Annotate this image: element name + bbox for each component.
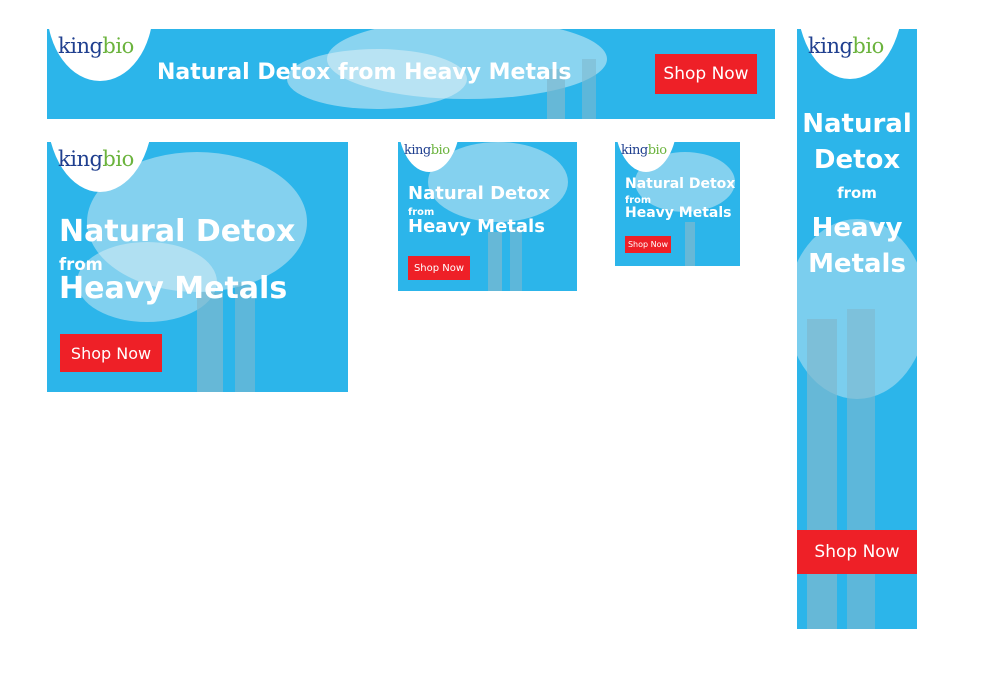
headline-natural: Natural	[802, 109, 912, 139]
small-rectangle-banner[interactable]: kingbio Natural Detox from Heavy Metals …	[398, 142, 577, 291]
headline-line1: Natural Detox	[625, 176, 736, 192]
headline: Natural Detox from Heavy Metals	[59, 216, 295, 304]
headline-line1: Natural Detox	[59, 214, 296, 249]
shop-now-button[interactable]: Shop Now	[655, 54, 757, 94]
shop-now-button[interactable]: Shop Now	[60, 334, 162, 372]
shop-now-button[interactable]: Shop Now	[797, 530, 917, 574]
headline-line1: Natural Detox	[408, 183, 550, 204]
shop-now-button[interactable]: Shop Now	[408, 256, 470, 280]
medium-rectangle-banner[interactable]: kingbio Natural Detox from Heavy Metals …	[47, 142, 348, 392]
kingbio-logo: kingbio	[808, 34, 884, 58]
headline: Natural Detox from Heavy Metals	[625, 177, 735, 221]
headline: Natural Detox from Heavy Metals	[157, 60, 572, 85]
headline-detox: Detox	[813, 144, 901, 175]
headline-heavy: Heavy	[811, 213, 903, 244]
headline-metals: Metals	[808, 249, 906, 280]
kingbio-logo: kingbio	[404, 143, 450, 158]
headline-line2: Heavy Metals	[59, 270, 288, 306]
kingbio-logo: kingbio	[621, 143, 667, 158]
skyscraper-banner[interactable]: kingbio Natural Detox from Heavy Metals …	[797, 29, 917, 629]
kingbio-logo: kingbio	[58, 147, 134, 171]
headline-from: from	[837, 183, 877, 202]
leaderboard-banner[interactable]: kingbio Natural Detox from Heavy Metals …	[47, 29, 775, 119]
headline: Natural Detox from Heavy Metals	[408, 183, 550, 238]
kingbio-logo: kingbio	[58, 34, 134, 58]
square-banner[interactable]: kingbio Natural Detox from Heavy Metals …	[615, 142, 740, 266]
headline-line2: Heavy Metals	[625, 204, 732, 221]
shop-now-button[interactable]: Shop Now	[625, 236, 671, 253]
headline-line2: Heavy Metals	[408, 216, 545, 238]
headline: Natural Detox from Heavy Metals	[797, 107, 917, 283]
